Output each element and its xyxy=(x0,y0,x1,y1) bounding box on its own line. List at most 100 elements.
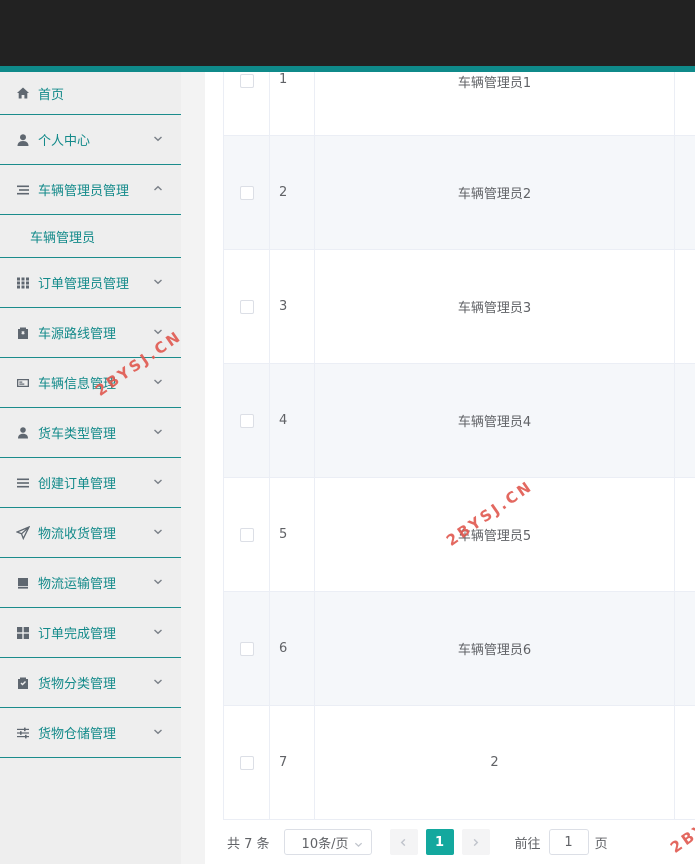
next-page-button[interactable] xyxy=(461,829,490,855)
row-name: 车辆管理员1 xyxy=(315,72,675,135)
row-index: 1 xyxy=(270,72,315,135)
table-row[interactable]: 6 车辆管理员6 xyxy=(224,592,695,706)
row-extra-cell xyxy=(675,136,695,249)
row-index: 5 xyxy=(270,478,315,591)
row-index: 4 xyxy=(270,364,315,477)
list-icon xyxy=(16,476,30,490)
sidebar-item-order-admin[interactable]: 订单管理员管理 xyxy=(0,258,181,308)
table-row[interactable]: 7 2 xyxy=(224,706,695,820)
row-index: 6 xyxy=(270,592,315,705)
sidebar-item-home[interactable]: 首页 xyxy=(0,72,181,115)
page-size-value: 10条/页 xyxy=(301,836,349,852)
sidebar-item-label: 车辆管理员管理 xyxy=(38,184,130,199)
chevron-down-icon xyxy=(153,675,163,690)
sidebar-item-vehicle-info[interactable]: 车辆信息管理 xyxy=(0,358,181,408)
grid-icon xyxy=(16,276,30,290)
row-name: 车辆管理员5 xyxy=(315,478,675,591)
row-checkbox[interactable] xyxy=(239,527,254,542)
sidebar-item-label: 个人中心 xyxy=(38,134,91,149)
row-checkbox-cell xyxy=(224,592,270,705)
row-name: 车辆管理员6 xyxy=(315,592,675,705)
sidebar-item-label: 车源路线管理 xyxy=(38,327,117,342)
chevron-down-icon xyxy=(354,838,363,853)
row-checkbox[interactable] xyxy=(239,755,254,770)
table-row[interactable]: 3 车辆管理员3 xyxy=(224,250,695,364)
sidebar-item-goods-category[interactable]: 货物分类管理 xyxy=(0,658,181,708)
sidebar-item-label: 物流收货管理 xyxy=(38,527,117,542)
row-name: 车辆管理员4 xyxy=(315,364,675,477)
pagination: 共 7 条 10条/页 1 前往 1 页 xyxy=(227,828,608,856)
clipboard-x-icon xyxy=(16,326,30,340)
row-checkbox-cell xyxy=(224,364,270,477)
row-checkbox[interactable] xyxy=(239,413,254,428)
row-checkbox[interactable] xyxy=(239,185,254,200)
chevron-down-icon xyxy=(153,425,163,440)
chevron-up-icon xyxy=(153,182,163,197)
row-checkbox[interactable] xyxy=(239,74,254,88)
goto-suffix: 页 xyxy=(594,836,608,852)
sidebar-item-truck-type[interactable]: 货车类型管理 xyxy=(0,408,181,458)
sidebar-subitem-vehicle-admin[interactable]: 车辆管理员 xyxy=(0,215,181,258)
chevron-down-icon xyxy=(153,625,163,640)
row-name: 车辆管理员2 xyxy=(315,136,675,249)
menu-icon xyxy=(16,183,30,197)
row-name: 车辆管理员3 xyxy=(315,250,675,363)
goto-label: 前往 xyxy=(514,836,541,852)
clipboard-check-icon xyxy=(16,676,30,690)
chevron-down-icon xyxy=(153,475,163,490)
row-extra-cell xyxy=(675,478,695,591)
row-checkbox-cell xyxy=(224,706,270,819)
sliders-icon xyxy=(16,726,30,740)
row-extra-cell xyxy=(675,364,695,477)
row-checkbox-cell xyxy=(224,478,270,591)
row-extra-cell xyxy=(675,706,695,819)
sidebar-item-label: 订单完成管理 xyxy=(38,627,117,642)
row-extra-cell xyxy=(675,72,695,135)
sidebar-item-label: 物流运输管理 xyxy=(38,577,117,592)
row-extra-cell xyxy=(675,592,695,705)
sidebar-item-label: 货车类型管理 xyxy=(38,427,117,442)
sidebar-item-receiving[interactable]: 物流收货管理 xyxy=(0,508,181,558)
pagination-total: 共 7 条 xyxy=(227,836,270,852)
chevron-down-icon xyxy=(153,275,163,290)
row-name: 2 xyxy=(315,706,675,819)
page-number-current[interactable]: 1 xyxy=(425,829,454,855)
box-icon xyxy=(16,576,30,590)
sidebar: 首页 个人中心 车辆管理员管理 车辆管理员 订单管理员管理 车源路线管理 车辆信… xyxy=(0,72,181,864)
row-checkbox[interactable] xyxy=(239,641,254,656)
table-row[interactable]: 2 车辆管理员2 xyxy=(224,136,695,250)
chevron-down-icon xyxy=(153,132,163,147)
sidebar-item-label: 首页 xyxy=(38,87,65,103)
send-icon xyxy=(16,525,30,540)
row-index: 7 xyxy=(270,706,315,819)
row-index: 3 xyxy=(270,250,315,363)
user-icon xyxy=(16,133,30,147)
home-icon xyxy=(16,86,30,100)
sidebar-item-order-complete[interactable]: 订单完成管理 xyxy=(0,608,181,658)
table-row[interactable]: 1 车辆管理员1 xyxy=(224,72,695,136)
sidebar-item-label: 货物分类管理 xyxy=(38,677,117,692)
chevron-down-icon xyxy=(153,525,163,540)
chevron-right-icon xyxy=(473,838,479,846)
row-checkbox[interactable] xyxy=(239,299,254,314)
goto-page-input[interactable]: 1 xyxy=(548,829,589,855)
row-checkbox-cell xyxy=(224,136,270,249)
main-content: 1 车辆管理员1 2 车辆管理员2 3 车辆管理员3 4 车辆管理员4 5 车辆… xyxy=(205,72,695,864)
chevron-down-icon xyxy=(153,725,163,740)
sidebar-item-profile[interactable]: 个人中心 xyxy=(0,115,181,165)
table-row[interactable]: 4 车辆管理员4 xyxy=(224,364,695,478)
sidebar-subitem-label: 车辆管理员 xyxy=(30,230,96,246)
row-index: 2 xyxy=(270,136,315,249)
prev-page-button[interactable] xyxy=(389,829,418,855)
row-extra-cell xyxy=(675,250,695,363)
sidebar-item-label: 货物仓储管理 xyxy=(38,727,117,742)
row-checkbox-cell xyxy=(224,250,270,363)
chevron-down-icon xyxy=(153,375,163,390)
sidebar-item-transport[interactable]: 物流运输管理 xyxy=(0,558,181,608)
page-size-select[interactable]: 10条/页 xyxy=(283,829,372,855)
sidebar-item-warehouse[interactable]: 货物仓储管理 xyxy=(0,708,181,758)
sidebar-item-create-order[interactable]: 创建订单管理 xyxy=(0,458,181,508)
sidebar-item-vehicle-admin[interactable]: 车辆管理员管理 xyxy=(0,165,181,215)
sidebar-item-label: 创建订单管理 xyxy=(38,477,117,492)
person-icon xyxy=(16,426,30,440)
